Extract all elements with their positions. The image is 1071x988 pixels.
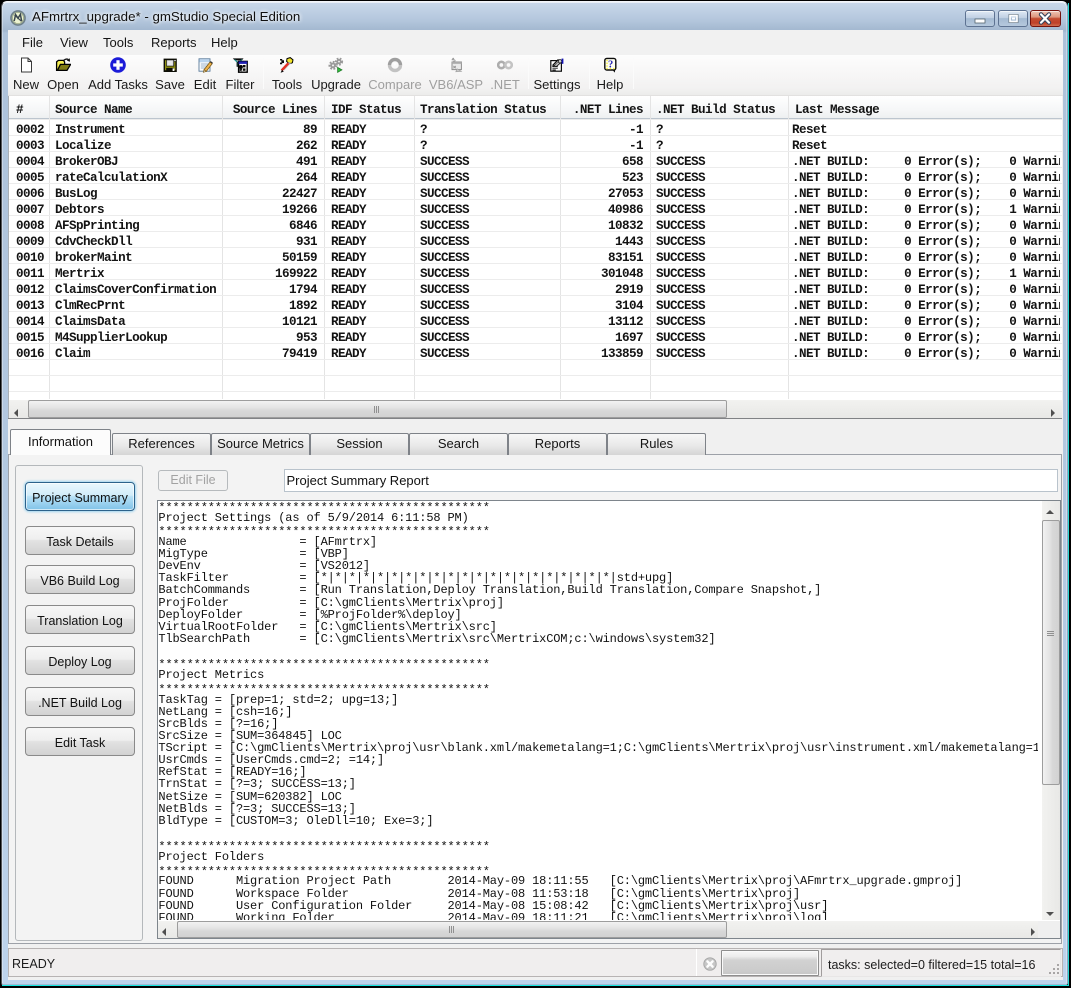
- svg-text:?: ?: [608, 60, 613, 71]
